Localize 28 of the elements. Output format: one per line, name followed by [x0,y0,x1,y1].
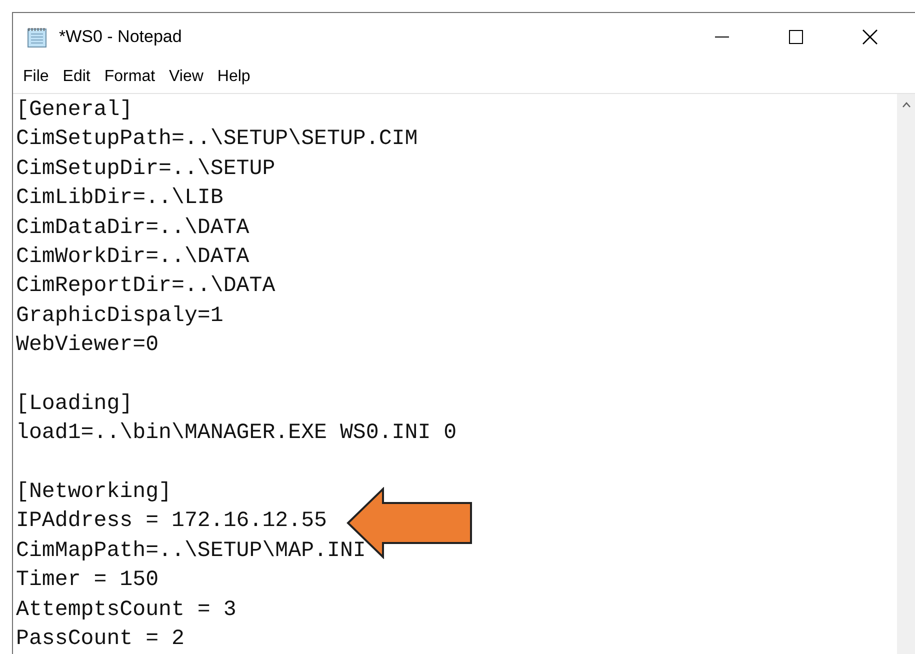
text-line: [General] [16,97,134,124]
text-line: [Networking] [16,479,173,506]
text-line: CimSetupDir=..\SETUP [16,156,276,183]
close-icon [862,28,878,44]
text-line: WebViewer=0 [16,332,160,360]
minimize-icon [715,36,729,38]
text-line: IPAddress = 172.16.12.55 [16,508,328,536]
menu-item[interactable]: View [162,68,210,86]
text-line: CimWorkDir=..\DATA [16,244,250,271]
text-line: CimSetupPath=..\SETUP\SETUP.CIM [16,126,419,154]
text-line: [Loading] [16,390,134,418]
text-line: CimLibDir=..\LIB [16,185,224,212]
text-line: GraphicDispaly=1 [16,302,224,330]
text-line: Timer = 150 [16,567,160,594]
text-line: AttemptsCount = 3 [16,596,238,624]
text-line: load1=..\bin\MANAGER.EXE WS0.INI 0 [16,420,458,448]
menu-item[interactable]: Format [97,68,162,86]
window-title: *WS0 - Notepad [59,26,183,46]
menu-item[interactable]: Help [210,68,258,86]
menu-item[interactable]: Edit [56,68,98,86]
scroll-up-icon[interactable] [902,102,911,108]
maximize-icon [788,28,804,44]
vertical-scrollbar[interactable] [897,94,915,654]
text-line: PassCount = 2 [16,626,186,654]
text-line: CimDataDir=..\DATA [16,214,250,242]
menu-item[interactable]: File [16,68,56,86]
text-line: CimReportDir=..\DATA [16,273,276,300]
text-line: CimMapPath=..\SETUP\MAP.INI [16,538,367,565]
